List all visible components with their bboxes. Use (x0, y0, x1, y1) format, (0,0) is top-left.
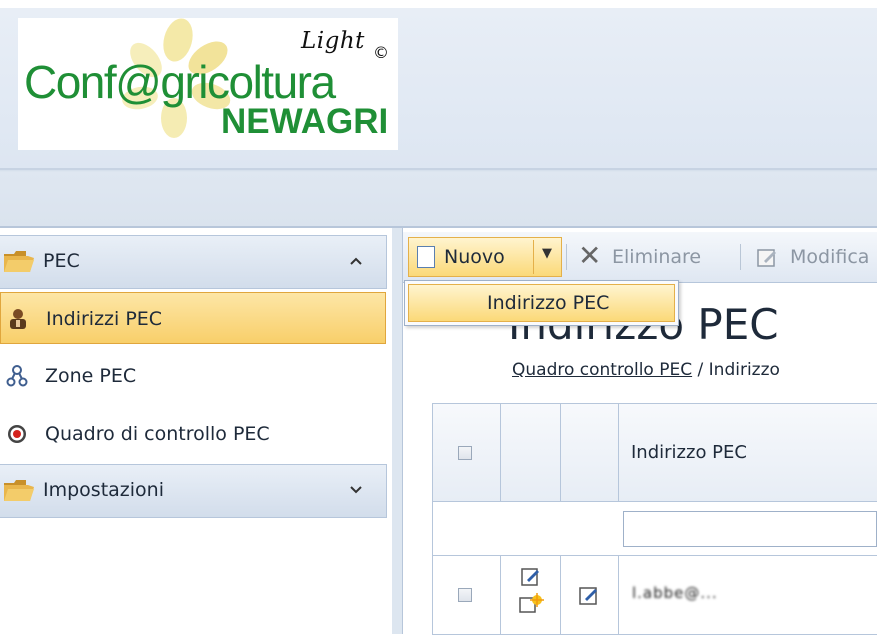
logo-copyright-symbol: © (373, 43, 389, 62)
edit-button-label: Modifica (790, 246, 870, 268)
chevron-up-icon[interactable] (347, 251, 365, 269)
sidebar-item-quadro-di-controllo-pec[interactable]: Quadro di controllo PEC (0, 408, 386, 460)
logo-brand-text: Conf@gricoltura (24, 56, 336, 108)
logo-subtitle-text: NEWAGRI (221, 102, 389, 141)
split-divider (533, 240, 534, 274)
column-header-label: Indirizzo PEC (631, 442, 747, 463)
table-row-actions-cell (501, 556, 561, 635)
edit-icon[interactable] (520, 566, 542, 588)
network-icon (6, 365, 28, 387)
menu-item-indirizzo-pec[interactable]: Indirizzo PEC (408, 284, 675, 322)
new-button[interactable]: Nuovo ▼ (408, 237, 562, 277)
sidebar-group-impostazioni[interactable]: Impostazioni (0, 464, 387, 518)
sidebar-item-label: Indirizzi PEC (46, 308, 163, 330)
dropdown-arrow-icon[interactable]: ▼ (535, 246, 559, 261)
chevron-down-icon[interactable] (347, 480, 365, 498)
folder-icon (4, 480, 34, 501)
sidebar-group-label: PEC (43, 250, 80, 272)
grid-header-indirizzo-pec[interactable]: Indirizzo PEC (619, 404, 877, 502)
sidebar-group-label: Impostazioni (43, 479, 164, 501)
select-all-checkbox[interactable] (458, 446, 472, 460)
new-button-label: Nuovo (444, 246, 505, 268)
user-icon (10, 309, 26, 329)
confagricoltura-logo: Light © Conf@gricoltura NEWAGRI (18, 18, 398, 150)
sidebar-group-pec[interactable]: PEC (0, 235, 387, 289)
toolbar-separator (566, 244, 567, 270)
delete-button-label: Eliminare (612, 246, 702, 268)
breadcrumb: Quadro controllo PEC / Indirizzo (512, 360, 780, 380)
new-document-icon (417, 246, 435, 268)
toolbar-separator (740, 244, 741, 270)
breadcrumb-link-dashboard[interactable]: Quadro controllo PEC (512, 360, 692, 380)
table-row-edit-cell (561, 556, 619, 635)
logo-edition-text: Light (301, 28, 365, 54)
folder-icon (4, 251, 34, 272)
new-dropdown-menu: Indirizzo PEC (404, 280, 679, 326)
target-icon (8, 425, 26, 443)
close-icon: ✕ (578, 239, 602, 272)
sidebar: PEC Indirizzi PEC Zone PEC Quadro di con… (0, 228, 393, 634)
grid-header-select-cell (433, 404, 501, 502)
breadcrumb-separator: / (692, 360, 709, 380)
delete-button[interactable]: ✕ Eliminare (576, 240, 736, 274)
grid-header-cell (561, 404, 619, 502)
menu-item-label: Indirizzo PEC (487, 292, 610, 314)
grid-header-cell (501, 404, 561, 502)
breadcrumb-current: Indirizzo (708, 360, 780, 380)
sidebar-item-indirizzi-pec[interactable]: Indirizzi PEC (0, 292, 386, 344)
indirizzo-pec-filter-input[interactable] (623, 511, 877, 547)
row-checkbox[interactable] (458, 588, 472, 602)
sidebar-item-label: Quadro di controllo PEC (45, 423, 270, 445)
sidebar-splitter[interactable] (392, 228, 403, 634)
sidebar-item-label: Zone PEC (45, 365, 137, 387)
table-row-value: l.abbe@... (632, 584, 718, 602)
sidebar-item-zone-pec[interactable]: Zone PEC (0, 350, 386, 402)
edit-icon[interactable] (578, 584, 600, 606)
add-new-icon[interactable] (518, 592, 544, 614)
edit-icon (757, 249, 776, 267)
header-divider (0, 168, 877, 170)
edit-button[interactable]: Modifica (754, 240, 877, 274)
table-row-select-cell (433, 556, 501, 635)
